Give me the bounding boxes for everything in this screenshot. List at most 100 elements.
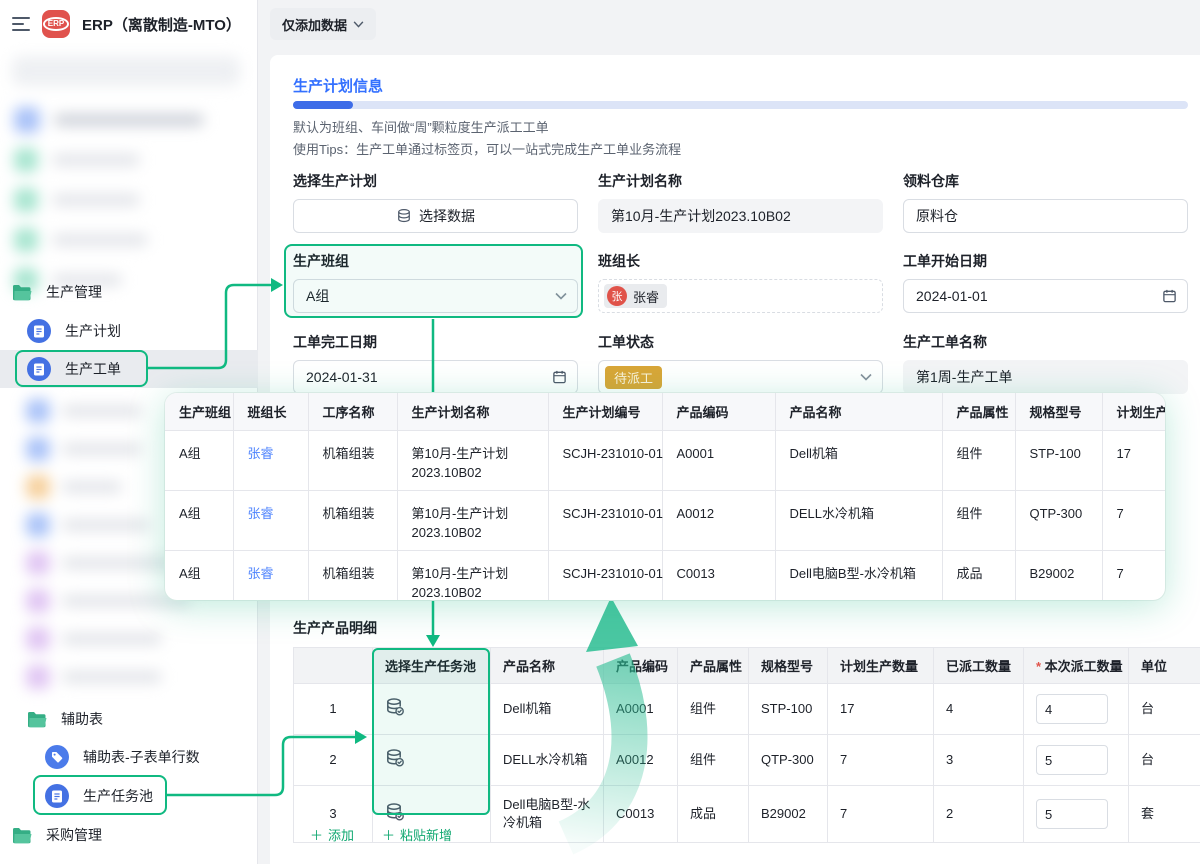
detail-table-footer: ＋添加 ＋ 粘贴新增 [310, 825, 452, 844]
field-order-name: 生产工单名称 第1周-生产工单 [903, 332, 1188, 394]
table-cell: A组 [165, 431, 233, 491]
table-cell: A组 [165, 491, 233, 551]
collapse-menu-icon[interactable] [12, 17, 30, 31]
leader-chip[interactable]: 张 张睿 [604, 284, 667, 308]
dispatch-qty-cell [1024, 735, 1129, 786]
field-label: 工单开始日期 [903, 251, 1188, 271]
description-line: 使用Tips：生产工单通过标签页，可以一站式完成生产工单业务流程 [293, 139, 681, 161]
leader-picker[interactable]: 张 张睿 [598, 279, 883, 313]
column-header: 规格型号 [1015, 393, 1102, 431]
table-cell: B29002 [749, 786, 828, 843]
column-header: 生产计划名称 [397, 393, 548, 431]
end-date-input[interactable]: 2024-01-31 [293, 360, 578, 394]
team-select[interactable]: A组 [293, 279, 578, 313]
team-leader-link[interactable]: 张睿 [233, 431, 308, 491]
field-leader: 班组长 张 张睿 [598, 251, 883, 313]
column-header: 计划生产数量 [828, 648, 934, 684]
tab-production-plan-info[interactable]: 生产计划信息 [293, 75, 383, 96]
table-cell: A0012 [604, 735, 678, 786]
sidebar-header: ERP ERP（离散制造-MTO） [0, 0, 257, 46]
table-row: A组张睿机箱组装第10月-生产计划2023.10B02SCJH-231010-0… [165, 551, 1165, 601]
plan-name-value: 第10月-生产计划2023.10B02 [611, 206, 791, 226]
plan-name-input: 第10月-生产计划2023.10B02 [598, 199, 883, 233]
sidebar-item-label: 生产管理 [46, 282, 102, 302]
table-cell: 机箱组装 [308, 431, 397, 491]
form-description: 默认为班组、车间做“周”颗粒度生产派工工单 使用Tips：生产工单通过标签页，可… [293, 117, 681, 161]
erp-window: ERP ERP（离散制造-MTO） 生产管理 生产计划 [0, 0, 1200, 864]
sidebar-item-task-pool[interactable]: 生产任务池 [0, 777, 258, 815]
sidebar-item-aux-subform-rows[interactable]: 辅助表-子表单行数 [0, 738, 258, 776]
field-end-date: 工单完工日期 2024-01-31 [293, 332, 578, 394]
table-cell: 7 [828, 735, 934, 786]
table-cell: QTP-300 [1015, 491, 1102, 551]
description-line: 默认为班组、车间做“周”颗粒度生产派工工单 [293, 117, 681, 139]
table-cell: 组件 [678, 684, 749, 735]
select-data-label: 选择数据 [419, 206, 475, 226]
column-header: 产品编码 [662, 393, 775, 431]
plus-icon: ＋ [310, 825, 323, 844]
column-header: 产品名称 [491, 648, 604, 684]
calendar-icon [1162, 289, 1177, 304]
field-label: 工单状态 [598, 332, 883, 352]
sidebar-item-production-workorder[interactable]: 生产工单 [0, 350, 258, 388]
dispatch-qty-input[interactable] [1036, 745, 1108, 775]
paste-add-label: 粘贴新增 [400, 825, 452, 844]
table-cell: DELL水冷机箱 [775, 491, 942, 551]
warehouse-input[interactable]: 原料仓 [903, 199, 1188, 233]
table-cell: 4 [934, 684, 1024, 735]
dispatch-qty-input[interactable] [1036, 799, 1108, 829]
table-cell: A0001 [604, 684, 678, 735]
table-cell: 第10月-生产计划2023.10B02 [397, 431, 548, 491]
select-task-pool-cell[interactable] [373, 735, 491, 786]
select-task-pool-cell[interactable] [373, 684, 491, 735]
column-header: 规格型号 [749, 648, 828, 684]
document-icon [45, 784, 69, 808]
dispatch-qty-input[interactable] [1036, 694, 1108, 724]
sidebar-item-auxiliary-tables[interactable]: 辅助表 [0, 700, 258, 738]
field-label: 选择生产计划 [293, 171, 578, 191]
table-cell: 台 [1129, 684, 1200, 735]
select-data-button[interactable]: 选择数据 [293, 199, 578, 233]
status-select[interactable]: 待派工 [598, 360, 883, 394]
column-header: 生产班组 [165, 393, 233, 431]
sidebar-item-purchase-management[interactable]: 采购管理 [0, 816, 258, 854]
table-cell: A0012 [662, 491, 775, 551]
plus-icon: ＋ [382, 825, 395, 844]
task-pool-table: 生产班组班组长工序名称生产计划名称生产计划编号产品编码产品名称产品属性规格型号计… [165, 393, 1165, 600]
table-cell: 组件 [942, 431, 1015, 491]
column-header [294, 648, 373, 684]
table-cell: A组 [165, 551, 233, 601]
table-cell: B29002 [1015, 551, 1102, 601]
table-row: 1 Dell机箱A0001组件STP-100174台 [294, 684, 1200, 735]
field-label: 领料仓库 [903, 171, 1188, 191]
avatar: 张 [607, 286, 627, 306]
start-date-input[interactable]: 2024-01-01 [903, 279, 1188, 313]
table-row: A组张睿机箱组装第10月-生产计划2023.10B02SCJH-231010-0… [165, 491, 1165, 551]
sidebar-item-production-management[interactable]: 生产管理 [0, 273, 258, 311]
folder-icon [12, 827, 32, 844]
document-icon [27, 357, 51, 381]
database-check-icon[interactable] [385, 697, 405, 717]
add-data-mode-button[interactable]: 仅添加数据 [270, 8, 376, 40]
sidebar-item-label: 生产工单 [65, 359, 121, 379]
team-leader-link[interactable]: 张睿 [233, 491, 308, 551]
field-team: 生产班组 A组 [293, 251, 578, 313]
chevron-down-icon [860, 373, 872, 381]
team-leader-link[interactable]: 张睿 [233, 551, 308, 601]
table-cell: 组件 [942, 491, 1015, 551]
sidebar-item-label: 采购管理 [46, 825, 102, 845]
order-name-value: 第1周-生产工单 [916, 367, 1012, 387]
paste-add-button[interactable]: ＋ 粘贴新增 [382, 825, 452, 844]
table-cell: Dell电脑B型-水冷机箱 [491, 786, 604, 843]
team-value: A组 [306, 286, 329, 306]
add-row-button[interactable]: ＋添加 [310, 825, 354, 844]
table-cell: DELL水冷机箱 [491, 735, 604, 786]
table-cell: A0001 [662, 431, 775, 491]
field-select-plan: 选择生产计划 选择数据 [293, 171, 578, 233]
database-check-icon[interactable] [385, 748, 405, 768]
table-row: A组张睿机箱组装第10月-生产计划2023.10B02SCJH-231010-0… [165, 431, 1165, 491]
table-cell: 7 [1102, 551, 1165, 601]
sidebar-item-production-plan[interactable]: 生产计划 [0, 312, 258, 350]
column-header: 班组长 [233, 393, 308, 431]
database-check-icon[interactable] [385, 802, 405, 822]
